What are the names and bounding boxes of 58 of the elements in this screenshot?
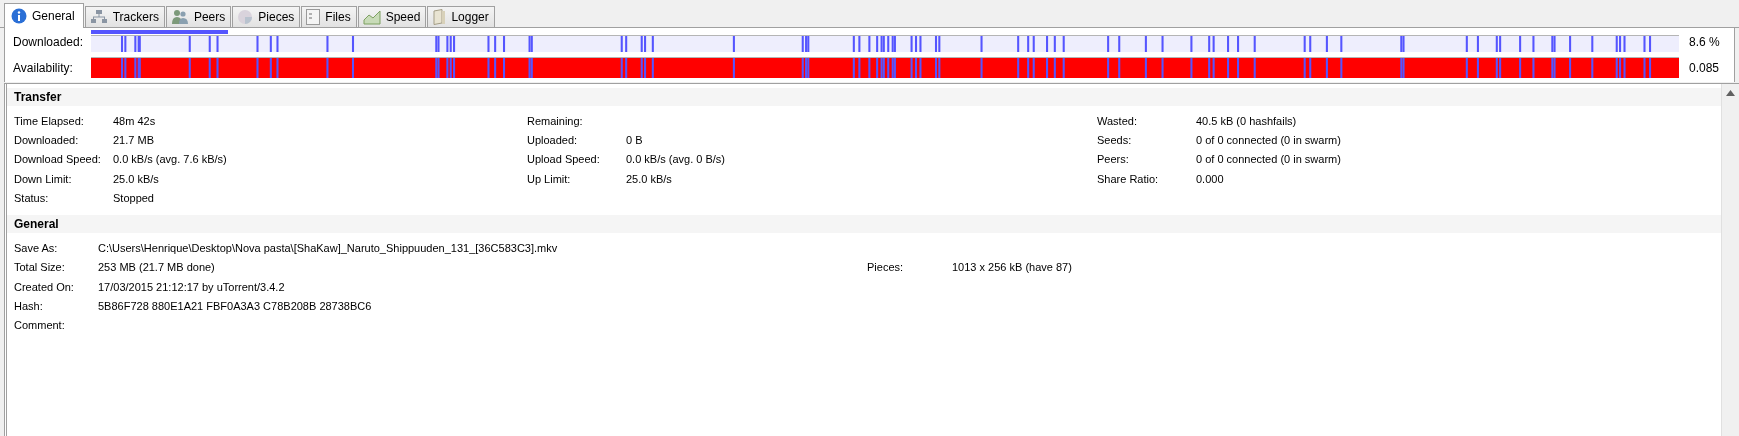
field-value: 0 of 0 connected (0 in swarm) bbox=[1196, 153, 1341, 166]
field-value: 17/03/2015 21:12:17 by uTorrent/3.4.2 bbox=[98, 280, 286, 293]
field-label: Created On: bbox=[14, 280, 75, 293]
info-icon bbox=[11, 8, 27, 24]
tab[interactable]: Speed bbox=[357, 6, 427, 27]
field-value: 0 B bbox=[626, 133, 643, 146]
field-label: Upload Speed: bbox=[527, 153, 601, 166]
field-label: Total Size: bbox=[14, 261, 66, 274]
field-label: Downloaded: bbox=[14, 133, 80, 146]
scroll-up-icon[interactable] bbox=[1726, 90, 1735, 96]
field-value: 5B86F728 880E1A21 FBF0A3A3 C78B208B 28738BC6 bbox=[98, 300, 373, 312]
field-value: C:\Users\Henrique\Desktop\Nova pasta\[ShaKaw]_Naruto_Shippuuden_131_[36C583C3].mkv bbox=[98, 242, 559, 255]
field-label: Download Speed: bbox=[14, 153, 102, 166]
field-label: Up Limit: bbox=[527, 172, 572, 185]
pie-icon bbox=[237, 9, 254, 25]
field-label: Save As: bbox=[14, 242, 59, 255]
field-label: Time Elapsed: bbox=[14, 114, 85, 127]
field-label: Peers: bbox=[1097, 153, 1130, 166]
scrollbar[interactable] bbox=[1721, 84, 1739, 436]
field-label: Uploaded: bbox=[527, 133, 579, 146]
tab[interactable]: General bbox=[4, 3, 84, 28]
file-icon bbox=[306, 9, 321, 25]
field-value: 0.0 kB/s (avg. 7.6 kB/s) bbox=[113, 153, 227, 166]
field-label: Status: bbox=[14, 191, 50, 204]
field-value: 1013 x 256 kB (have 87) bbox=[952, 261, 1072, 274]
people-icon bbox=[170, 9, 189, 25]
bar-reading: 0.085 bbox=[1688, 61, 1720, 75]
book-icon bbox=[432, 9, 447, 25]
tab[interactable]: Pieces bbox=[232, 6, 301, 27]
field-value: 48m 42s bbox=[113, 114, 156, 127]
field-value: 0.0 kB/s (avg. 0 B/s) bbox=[626, 153, 726, 166]
bar-label: Downloaded: bbox=[12, 35, 85, 49]
tab[interactable]: Files bbox=[301, 6, 357, 27]
field-label: Seeds: bbox=[1097, 133, 1133, 146]
field-label: Wasted: bbox=[1097, 114, 1138, 127]
bar-reading: 8.6 % bbox=[1688, 35, 1720, 49]
field-value: 25.0 kB/s bbox=[113, 172, 159, 185]
tab[interactable]: Trackers bbox=[84, 6, 165, 27]
graph-icon bbox=[362, 9, 381, 25]
field-label: Remaining: bbox=[527, 114, 584, 127]
field-value: 25.0 kB/s bbox=[626, 172, 672, 185]
tab[interactable]: Peers bbox=[165, 6, 232, 27]
section-header: General bbox=[7, 215, 1721, 234]
field-label: Share Ratio: bbox=[1097, 172, 1160, 185]
tab[interactable]: Logger bbox=[427, 6, 495, 27]
field-value: 0.000 bbox=[1196, 172, 1224, 185]
field-value: 253 MB (21.7 MB done) bbox=[98, 261, 216, 274]
bar-label: Availability: bbox=[12, 61, 74, 75]
field-label: Down Limit: bbox=[14, 172, 73, 185]
network-icon bbox=[89, 9, 108, 25]
field-label: Hash: bbox=[14, 300, 44, 312]
field-label: Pieces: bbox=[867, 261, 905, 274]
field-value: 40.5 kB (0 hashfails) bbox=[1196, 114, 1297, 127]
field-label: Comment: bbox=[14, 319, 66, 332]
section-header: Transfer bbox=[7, 88, 1721, 106]
field-value: 21.7 MB bbox=[113, 133, 154, 146]
field-value: Stopped bbox=[113, 191, 154, 204]
field-value: 0 of 0 connected (0 in swarm) bbox=[1196, 133, 1341, 146]
